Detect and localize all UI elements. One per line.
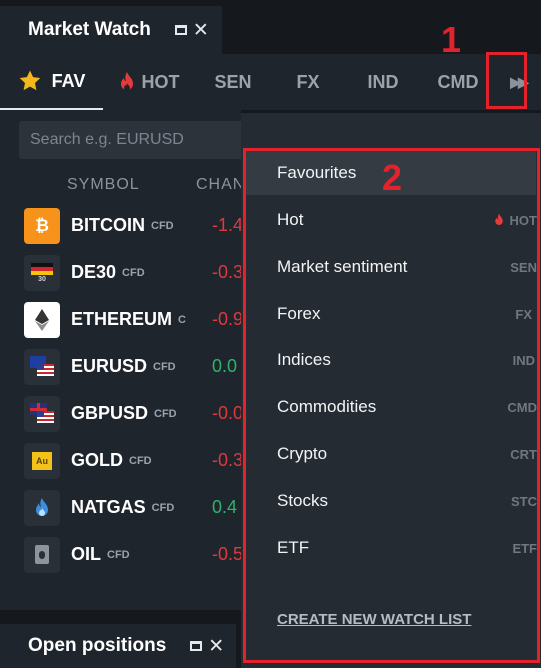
table-row[interactable]: ETHEREUM C -0.9	[0, 296, 244, 343]
change-value: -1.4	[212, 215, 244, 235]
table-row[interactable]: NATGAS CFD 0.4	[0, 484, 241, 531]
table-row[interactable]: EURUSD CFD 0.0	[0, 343, 241, 390]
germany-flag-icon: 30	[24, 254, 60, 291]
gold-icon: Au	[24, 442, 60, 479]
change-value: -0.5	[212, 544, 244, 564]
table-row[interactable]: Au GOLD CFD -0.3	[0, 437, 244, 484]
annotation-box-2	[243, 148, 540, 663]
tab-ind[interactable]: IND	[345, 54, 421, 110]
column-header-change[interactable]: CHAN	[196, 176, 245, 194]
tab-cmd[interactable]: CMD	[421, 54, 495, 110]
market-list-panel: Search e.g. EURUSD SYMBOL CHAN ₿ BITCOIN…	[0, 110, 244, 610]
change-value: -0.9	[212, 309, 244, 329]
market-watch-title-tab[interactable]: Market Watch ✕	[0, 6, 209, 54]
oil-barrel-icon	[24, 536, 60, 573]
open-positions-title: Open positions	[28, 635, 167, 656]
change-value: 0.4	[212, 497, 238, 517]
ethereum-icon	[24, 301, 60, 338]
close-icon[interactable]: ✕	[208, 637, 224, 656]
market-watch-titlebar: Market Watch ✕	[0, 6, 222, 54]
symbol-list: ₿ BITCOIN CFD -1.4 30 DE30 CFD -0.3 ETHE…	[0, 202, 244, 578]
gas-flame-icon	[24, 489, 60, 526]
annotation-box-1	[486, 52, 527, 109]
annotation-number-1: 1	[441, 19, 462, 60]
table-row[interactable]: OIL CFD -0.5	[0, 531, 244, 578]
maximize-icon[interactable]	[174, 25, 187, 35]
open-positions-title-tab[interactable]: Open positions ✕	[0, 624, 224, 668]
market-watch-title: Market Watch	[28, 19, 151, 40]
annotation-number-2: 2	[382, 157, 403, 198]
bitcoin-icon: ₿	[24, 207, 60, 244]
category-tabs: FAV HOT SEN FX IND CMD ▶▶	[0, 54, 541, 110]
tab-fav[interactable]: FAV	[0, 54, 103, 110]
eu-us-flags-icon	[24, 348, 60, 385]
flame-icon	[120, 72, 133, 91]
change-value: 0.0	[212, 356, 238, 376]
change-value: -0.0	[212, 403, 244, 423]
search-input[interactable]: Search e.g. EURUSD	[19, 121, 241, 159]
table-row[interactable]: ₿ BITCOIN CFD -1.4	[0, 202, 244, 249]
table-row[interactable]: GBPUSD CFD -0.0	[0, 390, 244, 437]
search-placeholder: Search e.g. EURUSD	[30, 131, 184, 148]
tab-fx[interactable]: FX	[271, 54, 345, 110]
column-header-symbol[interactable]: SYMBOL	[67, 176, 140, 194]
table-row[interactable]: 30 DE30 CFD -0.3	[0, 249, 244, 296]
uk-us-flags-icon	[24, 395, 60, 432]
change-value: -0.3	[212, 450, 244, 470]
close-icon[interactable]: ✕	[193, 21, 209, 40]
star-icon	[19, 70, 40, 91]
change-value: -0.3	[212, 262, 244, 282]
open-positions-titlebar: Open positions ✕	[0, 624, 236, 668]
titlebar-gap	[222, 6, 541, 54]
tab-sen[interactable]: SEN	[195, 54, 271, 110]
tab-hot[interactable]: HOT	[103, 54, 195, 110]
maximize-icon[interactable]	[190, 641, 203, 651]
